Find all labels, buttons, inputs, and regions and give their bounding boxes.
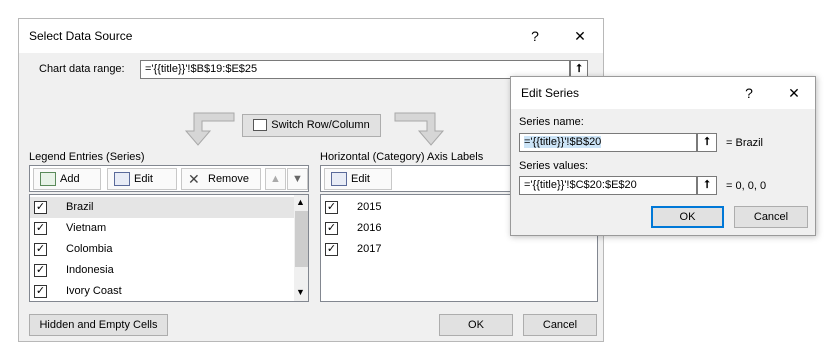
edit-series-button[interactable]: Edit: [107, 168, 177, 190]
edit-series-dialog: Edit Series ? ✕ Series name: ='{{title}}…: [510, 76, 816, 236]
list-item-label: 2015: [357, 201, 382, 213]
down-arrow-icon: ▼: [292, 173, 303, 185]
category-item-2015[interactable]: ✓ 2015: [321, 197, 521, 218]
remove-series-button[interactable]: ✕ Remove: [181, 168, 261, 190]
series-name-collapse-button[interactable]: ⭡: [697, 133, 717, 152]
switch-label: Switch Row/Column: [271, 119, 370, 131]
edit-axis-label: Edit: [351, 173, 370, 185]
edit-series-help-button[interactable]: ?: [736, 82, 762, 104]
edit-series-cancel-button[interactable]: Cancel: [734, 206, 808, 228]
move-up-button[interactable]: ▲: [265, 168, 286, 190]
hidden-empty-cells-button[interactable]: Hidden and Empty Cells: [29, 314, 168, 336]
list-item-label: Brazil: [66, 201, 94, 213]
category-checkbox[interactable]: ✓: [325, 201, 338, 214]
chart-range-field[interactable]: ='{{title}}'!$B$19:$E$25: [140, 60, 570, 79]
series-checkbox[interactable]: ✓: [34, 264, 47, 277]
series-checkbox[interactable]: ✓: [34, 243, 47, 256]
series-name-field[interactable]: ='{{title}}'!$B$20: [519, 133, 697, 152]
ok-button[interactable]: OK: [439, 314, 513, 336]
series-values-label: Series values:: [519, 160, 589, 172]
category-item-2017[interactable]: ✓ 2017: [321, 239, 521, 260]
series-item-brazil[interactable]: ✓ Brazil: [30, 197, 294, 218]
series-values-result: = 0, 0, 0: [726, 180, 767, 192]
scrollbar-thumb[interactable]: [295, 211, 308, 267]
edit-icon: [114, 172, 130, 187]
move-down-button[interactable]: ▼: [287, 168, 308, 190]
list-item-label: 2016: [357, 222, 382, 234]
series-name-value: ='{{title}}'!$B$20: [524, 136, 602, 148]
series-item-ivory-coast[interactable]: ✓ Ivory Coast: [30, 281, 294, 301]
remove-icon: ✕: [188, 171, 200, 188]
collapse-icon: ⭡: [704, 136, 710, 148]
series-scrollbar[interactable]: ▲ ▼: [294, 195, 308, 301]
add-label: Add: [60, 173, 80, 185]
help-button[interactable]: ?: [522, 25, 548, 47]
add-icon: [40, 172, 56, 187]
series-list: ✓ Brazil ✓ Vietnam ✓ Colombia ✓ Indonesi…: [29, 194, 309, 302]
category-item-2016[interactable]: ✓ 2016: [321, 218, 521, 239]
scroll-down-icon[interactable]: ▼: [296, 287, 305, 297]
edit-label: Edit: [134, 173, 153, 185]
switch-row-column-button[interactable]: Switch Row/Column: [242, 114, 381, 137]
series-name-result: = Brazil: [726, 137, 763, 149]
close-button[interactable]: ✕: [567, 25, 593, 47]
axis-toolbar: Edit: [320, 165, 520, 192]
series-values-collapse-button[interactable]: ⭡: [697, 176, 717, 195]
list-item-label: Vietnam: [66, 222, 107, 234]
series-item-colombia[interactable]: ✓ Colombia: [30, 239, 294, 260]
left-arrow-icon: [184, 112, 235, 146]
series-checkbox[interactable]: ✓: [34, 285, 47, 298]
cancel-button[interactable]: Cancel: [523, 314, 597, 336]
collapse-icon: ⭡: [576, 63, 582, 75]
scroll-up-icon[interactable]: ▲: [296, 197, 305, 207]
series-values-field[interactable]: ='{{title}}'!$C$20:$E$20: [519, 176, 697, 195]
series-checkbox[interactable]: ✓: [34, 201, 47, 214]
edit-series-ok-button[interactable]: OK: [651, 206, 724, 228]
edit-series-close-button[interactable]: ✕: [781, 82, 807, 104]
title-bar: Select Data Source ? ✕: [19, 19, 603, 53]
category-checkbox[interactable]: ✓: [325, 243, 338, 256]
list-item-label: Colombia: [66, 243, 113, 255]
legend-entries-label: Legend Entries (Series): [29, 151, 145, 163]
series-toolbar: Add Edit ✕ Remove ▲ ▼: [29, 165, 309, 192]
category-checkbox[interactable]: ✓: [325, 222, 338, 235]
list-item-label: Indonesia: [66, 264, 114, 276]
up-arrow-icon: ▲: [270, 173, 281, 185]
chart-range-label: Chart data range:: [39, 63, 125, 75]
right-arrow-icon: [394, 112, 445, 146]
edit-series-title-bar: Edit Series ? ✕: [511, 77, 815, 109]
series-name-label: Series name:: [519, 116, 584, 128]
list-item-label: 2017: [357, 243, 382, 255]
axis-labels-label: Horizontal (Category) Axis Labels: [320, 151, 484, 163]
collapse-icon: ⭡: [704, 179, 710, 191]
series-checkbox[interactable]: ✓: [34, 222, 47, 235]
switch-icon: [253, 119, 268, 132]
list-item-label: Ivory Coast: [66, 285, 122, 297]
edit-icon: [331, 172, 347, 187]
add-series-button[interactable]: Add: [33, 168, 101, 190]
edit-axis-button[interactable]: Edit: [324, 168, 392, 190]
series-item-indonesia[interactable]: ✓ Indonesia: [30, 260, 294, 281]
remove-label: Remove: [208, 173, 249, 185]
edit-series-title: Edit Series: [521, 86, 580, 100]
series-item-vietnam[interactable]: ✓ Vietnam: [30, 218, 294, 239]
dialog-title: Select Data Source: [29, 29, 133, 43]
